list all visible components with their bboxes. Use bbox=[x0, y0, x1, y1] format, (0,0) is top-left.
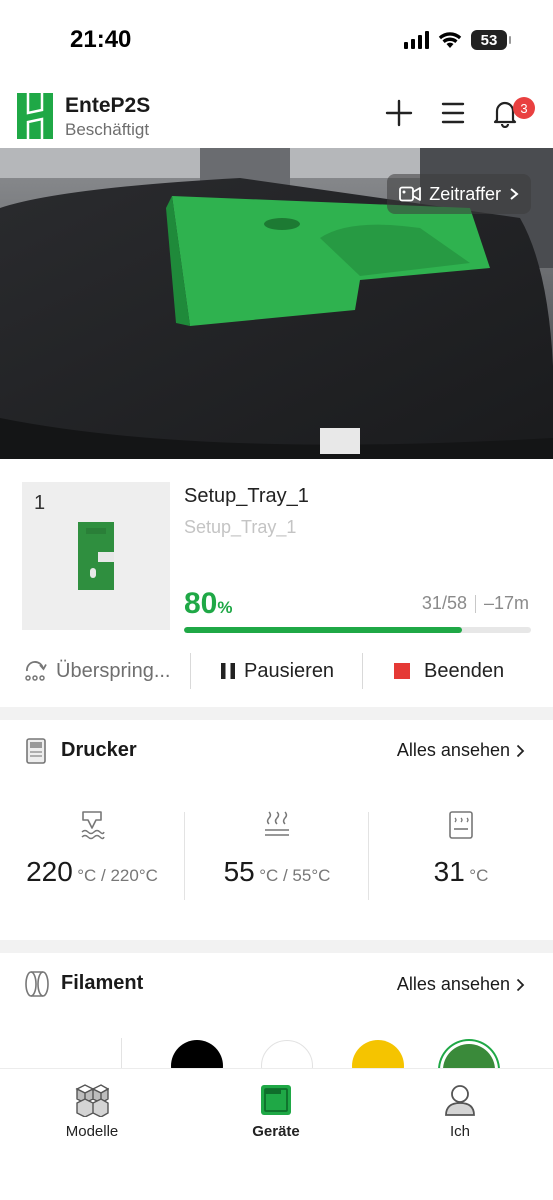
device-name: EnteP2S bbox=[65, 94, 151, 117]
cellular-signal-icon bbox=[404, 31, 429, 49]
nav-me-label: Ich bbox=[449, 1123, 470, 1140]
plate-number: 1 bbox=[34, 492, 46, 514]
timelapse-label: Zeitraffer bbox=[429, 183, 501, 204]
layer-info: 31/58 –17m bbox=[422, 593, 529, 614]
divider bbox=[190, 653, 191, 689]
plate-thumbnail[interactable]: 1 bbox=[22, 482, 170, 630]
remaining-time: –17m bbox=[483, 593, 529, 613]
nav-me[interactable]: Ich bbox=[405, 1083, 515, 1140]
nav-devices-label: Geräte bbox=[252, 1123, 300, 1140]
job-subtitle: Setup_Tray_1 bbox=[184, 517, 297, 537]
skip-button[interactable]: Überspring... bbox=[24, 647, 171, 695]
section-separator bbox=[0, 707, 553, 720]
skip-objects-icon bbox=[25, 661, 47, 681]
filament-section-title: Filament bbox=[61, 972, 144, 994]
progress-bar bbox=[184, 627, 531, 633]
status-time: 21:40 bbox=[70, 26, 132, 53]
filament-spool-icon bbox=[25, 971, 49, 997]
divider bbox=[121, 1038, 122, 1068]
printer-section-title: Drucker bbox=[61, 739, 137, 761]
wifi-icon bbox=[438, 32, 462, 48]
layer-count: 31/58 bbox=[421, 593, 467, 613]
progress-value: 80 bbox=[184, 587, 218, 620]
status-icons: 53 bbox=[404, 30, 511, 50]
user-profile-icon bbox=[445, 1085, 475, 1116]
progress-unit: % bbox=[217, 598, 233, 617]
chevron-right-icon bbox=[510, 188, 519, 200]
chamber-temperature[interactable]: 31 °C bbox=[369, 810, 553, 910]
nozzle-temp-unit: °C / 220°C bbox=[77, 866, 158, 885]
timelapse-button[interactable]: Zeitraffer bbox=[387, 174, 531, 214]
camera-view[interactable]: Zeitraffer bbox=[0, 148, 553, 459]
filament-see-all-link[interactable]: Alles ansehen bbox=[397, 974, 525, 995]
section-separator bbox=[0, 940, 553, 953]
menu-icon[interactable] bbox=[438, 98, 468, 128]
battery-icon: 53 bbox=[471, 30, 511, 50]
printer-see-all-link[interactable]: Alles ansehen bbox=[397, 740, 525, 761]
status-bar: 21:40 53 bbox=[0, 0, 553, 80]
stop-icon bbox=[394, 663, 410, 679]
chamber-icon bbox=[449, 811, 473, 839]
nav-models-label: Modelle bbox=[65, 1123, 119, 1140]
progress-bar-fill bbox=[184, 627, 462, 633]
notification-badge: 3 bbox=[513, 97, 535, 119]
print-job-card: 1 Setup_Tray_1 Setup_Tray_1 80% 31/58 –1… bbox=[0, 459, 553, 707]
skip-label: Überspring... bbox=[56, 659, 171, 682]
bed-temp-value: 55 bbox=[223, 856, 255, 887]
heated-bed-icon bbox=[265, 811, 289, 836]
chamber-temp-value: 31 bbox=[433, 856, 465, 887]
app-header: EnteP2S Beschäftigt bbox=[0, 80, 553, 148]
printer-device-icon bbox=[261, 1085, 291, 1115]
printer-icon bbox=[26, 738, 46, 764]
chamber-temp-unit: °C bbox=[469, 866, 489, 885]
pause-button[interactable]: Pausieren bbox=[220, 647, 334, 695]
brand-logo-icon bbox=[17, 93, 53, 139]
stop-button[interactable]: Beenden bbox=[394, 647, 504, 695]
chevron-right-icon bbox=[516, 978, 525, 991]
nav-devices[interactable]: Geräte bbox=[221, 1083, 331, 1140]
bottom-navigation: Modelle Geräte Ich bbox=[0, 1068, 553, 1200]
see-all-label: Alles ansehen bbox=[396, 740, 510, 760]
nozzle-icon bbox=[81, 811, 105, 840]
job-actions: Überspring... Pausieren Beenden bbox=[0, 647, 553, 695]
divider bbox=[474, 594, 476, 613]
model-preview-icon bbox=[78, 522, 114, 590]
nav-models[interactable]: Modelle bbox=[37, 1083, 147, 1140]
pause-label: Pausieren bbox=[244, 659, 335, 682]
device-status: Beschäftigt bbox=[65, 120, 150, 139]
stop-label: Beenden bbox=[424, 659, 505, 682]
divider bbox=[362, 653, 363, 689]
progress-percent: 80% bbox=[184, 587, 233, 621]
nozzle-temp-value: 220 bbox=[26, 856, 73, 887]
job-title: Setup_Tray_1 bbox=[184, 485, 309, 507]
models-cubes-icon bbox=[75, 1084, 109, 1117]
pause-icon bbox=[221, 663, 235, 679]
chevron-right-icon bbox=[516, 744, 525, 757]
nozzle-temperature[interactable]: 220 °C / 220°C bbox=[0, 810, 184, 910]
bed-temperature[interactable]: 55 °C / 55°C bbox=[185, 810, 369, 910]
video-camera-icon bbox=[399, 186, 422, 202]
add-icon[interactable] bbox=[384, 98, 414, 128]
bed-temp-unit: °C / 55°C bbox=[259, 866, 331, 885]
see-all-label: Alles ansehen bbox=[396, 974, 510, 994]
